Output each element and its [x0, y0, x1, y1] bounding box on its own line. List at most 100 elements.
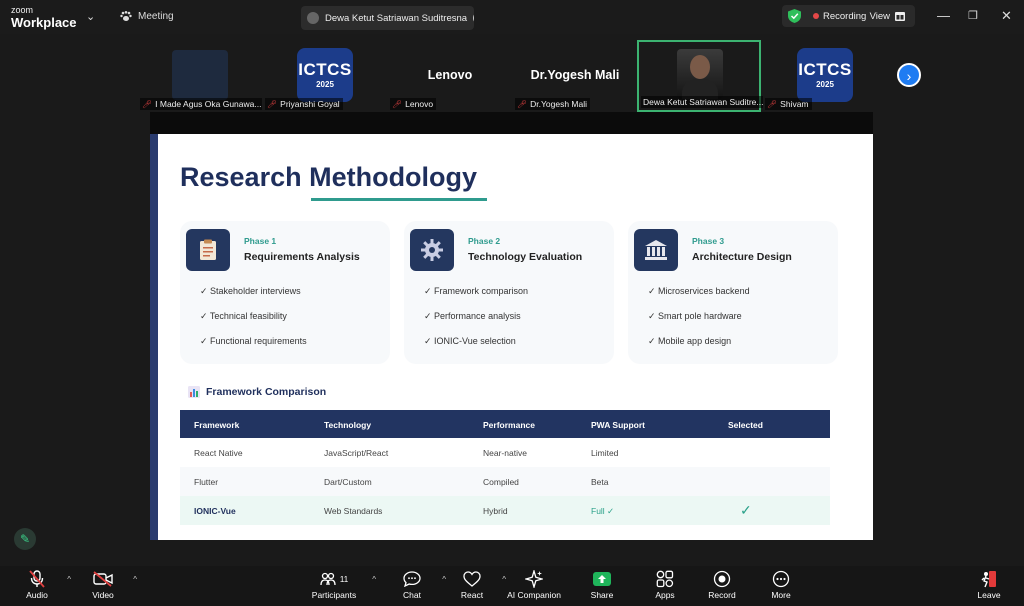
minimize-icon[interactable]: — — [937, 8, 950, 23]
title-bar: zoom Workplace ⌄ Meeting Dewa Ketut Satr… — [0, 0, 1024, 34]
chevron-down-icon[interactable]: ⌄ — [86, 10, 95, 23]
participant-tile[interactable]: 🎤︎ I Made Agus Oka Gunawa... — [138, 40, 262, 112]
column-header: PWA Support — [591, 420, 645, 430]
participant-video — [677, 49, 723, 99]
record-icon — [713, 570, 731, 588]
participant-tile[interactable]: ICTCS 2025 🎤︎ Priyanshi Goyal — [263, 40, 387, 112]
participants-icon — [320, 572, 336, 586]
table-cell: Compiled — [483, 477, 519, 487]
apps-icon — [656, 570, 674, 588]
phase-item: ✓ Stakeholder interviews — [200, 286, 301, 296]
apps-button[interactable]: Apps — [635, 570, 695, 600]
view-label: View — [869, 10, 890, 22]
framework-table: Framework Technology Performance PWA Sup… — [180, 410, 830, 525]
phase-item: ✓ Technical feasibility — [200, 311, 287, 321]
mic-muted-icon: 🎤︎ — [767, 99, 778, 109]
zoom-workplace-logo[interactable]: zoom Workplace — [11, 5, 77, 30]
building-icon — [634, 229, 678, 271]
chevron-up-icon[interactable]: ^ — [133, 575, 137, 584]
column-header: Performance — [483, 420, 535, 430]
record-dot-icon — [813, 13, 819, 19]
mic-muted-icon: 🎤︎ — [267, 99, 278, 109]
screen-share-tab[interactable]: Dewa Ketut Satriawan Suditresna ••• — [301, 6, 474, 30]
record-label: Record — [708, 590, 736, 600]
table-cell: Near-native — [483, 448, 527, 458]
next-page-button[interactable]: › — [897, 63, 921, 87]
chevron-up-icon[interactable]: ^ — [67, 575, 71, 584]
meeting-tab-label: Meeting — [138, 11, 174, 22]
column-header: Technology — [324, 420, 372, 430]
participant-name-tag: 🎤︎ Shivam — [765, 98, 812, 110]
participant-tile[interactable]: Lenovo 🎤︎ Lenovo — [388, 40, 512, 112]
table-cell: Web Standards — [324, 506, 383, 516]
table-cell: IONIC-Vue — [194, 506, 236, 516]
more-button[interactable]: More — [751, 570, 811, 600]
record-button[interactable]: Record — [692, 570, 752, 600]
slide: Research Methodology Phase 1 Requirement… — [150, 134, 873, 540]
logo-line1: ICTCS — [298, 60, 352, 79]
participant-name-tag: 🎤︎ Lenovo — [390, 98, 437, 110]
video-button[interactable]: Video ^ — [73, 570, 137, 600]
share-screen-icon — [593, 572, 611, 586]
shield-icon — [788, 9, 801, 23]
share-button[interactable]: Share — [572, 570, 632, 600]
column-header: Framework — [194, 420, 240, 430]
phase-item: ✓ Mobile app design — [648, 336, 732, 346]
participant-strip: 🎤︎ I Made Agus Oka Gunawa... ICTCS 2025 🎤︎… — [0, 34, 1024, 112]
document-icon — [186, 229, 230, 271]
view-button[interactable]: View — [870, 11, 905, 22]
phase-item: ✓ Microservices backend — [648, 286, 750, 296]
leave-button[interactable]: Leave — [959, 570, 1019, 600]
table-cell: Hybrid — [483, 506, 508, 516]
participant-tile-active-speaker[interactable]: Dewa Ketut Satriawan Suditre... — [637, 40, 763, 112]
phase-item: ✓ Smart pole hardware — [648, 311, 742, 321]
brand-top: zoom — [11, 5, 34, 15]
microphone-muted-icon — [29, 570, 45, 588]
phase-card-2: Phase 2 Technology Evaluation ✓ Framewor… — [404, 221, 614, 364]
participant-name: Shivam — [780, 99, 809, 109]
ictcs-logo: ICTCS 2025 — [297, 48, 353, 102]
participant-name-tag: 🎤︎ Dr.Yogesh Mali — [515, 98, 591, 110]
table-row: React Native JavaScript/React Near-nativ… — [180, 438, 830, 467]
participants-label: Participants — [311, 590, 357, 600]
more-icon — [772, 570, 790, 588]
participant-tile[interactable]: ICTCS 2025 🎤︎ Shivam — [763, 40, 887, 112]
leave-label: Leave — [977, 590, 1001, 600]
avatar — [307, 12, 319, 24]
recording-status[interactable]: Recording View — [782, 5, 915, 27]
framework-comparison-heading: Framework Comparison — [188, 386, 326, 398]
logo-line2: 2025 — [316, 80, 334, 89]
participants-button[interactable]: 11 Participants ^ — [304, 570, 376, 600]
chat-button[interactable]: Chat ^ — [382, 570, 446, 600]
react-button[interactable]: React ^ — [442, 570, 506, 600]
participant-thumbnail — [172, 50, 228, 100]
participant-name: Dr.Yogesh Mali — [530, 99, 588, 109]
phase-item: ✓ Functional requirements — [200, 336, 307, 346]
sparkle-icon — [525, 570, 543, 588]
ai-companion-button[interactable]: AI Companion — [503, 570, 565, 600]
phase-label: Phase 2 — [468, 236, 501, 246]
restore-icon[interactable]: ❐ — [968, 9, 978, 22]
phase-card-1: Phase 1 Requirements Analysis ✓ Stakehol… — [180, 221, 390, 364]
gear-icon — [410, 229, 454, 271]
chevron-up-icon[interactable]: ^ — [372, 575, 376, 584]
close-icon[interactable]: ✕ — [1001, 8, 1012, 24]
phase-item: ✓ IONIC-Vue selection — [424, 336, 516, 346]
logo-line2: 2025 — [816, 80, 834, 89]
participant-name: Priyanshi Goyal — [280, 99, 340, 109]
participant-tile[interactable]: Dr.Yogesh Mali 🎤︎ Dr.Yogesh Mali — [513, 40, 637, 112]
meeting-tab[interactable]: Meeting — [120, 11, 174, 22]
participant-name-tag: 🎤︎ Priyanshi Goyal — [265, 98, 343, 110]
phase-title: Technology Evaluation — [468, 251, 583, 263]
audio-button[interactable]: Audio ^ — [7, 570, 71, 600]
leave-icon — [981, 571, 996, 588]
mic-muted-icon: 🎤︎ — [142, 99, 153, 109]
share-label: Share — [590, 590, 614, 600]
phase-card-3: Phase 3 Architecture Design ✓ Microservi… — [628, 221, 838, 364]
more-options-icon[interactable]: ••• — [473, 12, 474, 24]
video-off-icon — [93, 571, 113, 587]
participant-name-tag: Dewa Ketut Satriawan Suditre... — [641, 96, 763, 108]
ictcs-logo: ICTCS 2025 — [797, 48, 853, 102]
annotate-pencil-icon[interactable]: ✎ — [14, 528, 36, 550]
participant-name: Dewa Ketut Satriawan Suditre... — [643, 97, 763, 107]
